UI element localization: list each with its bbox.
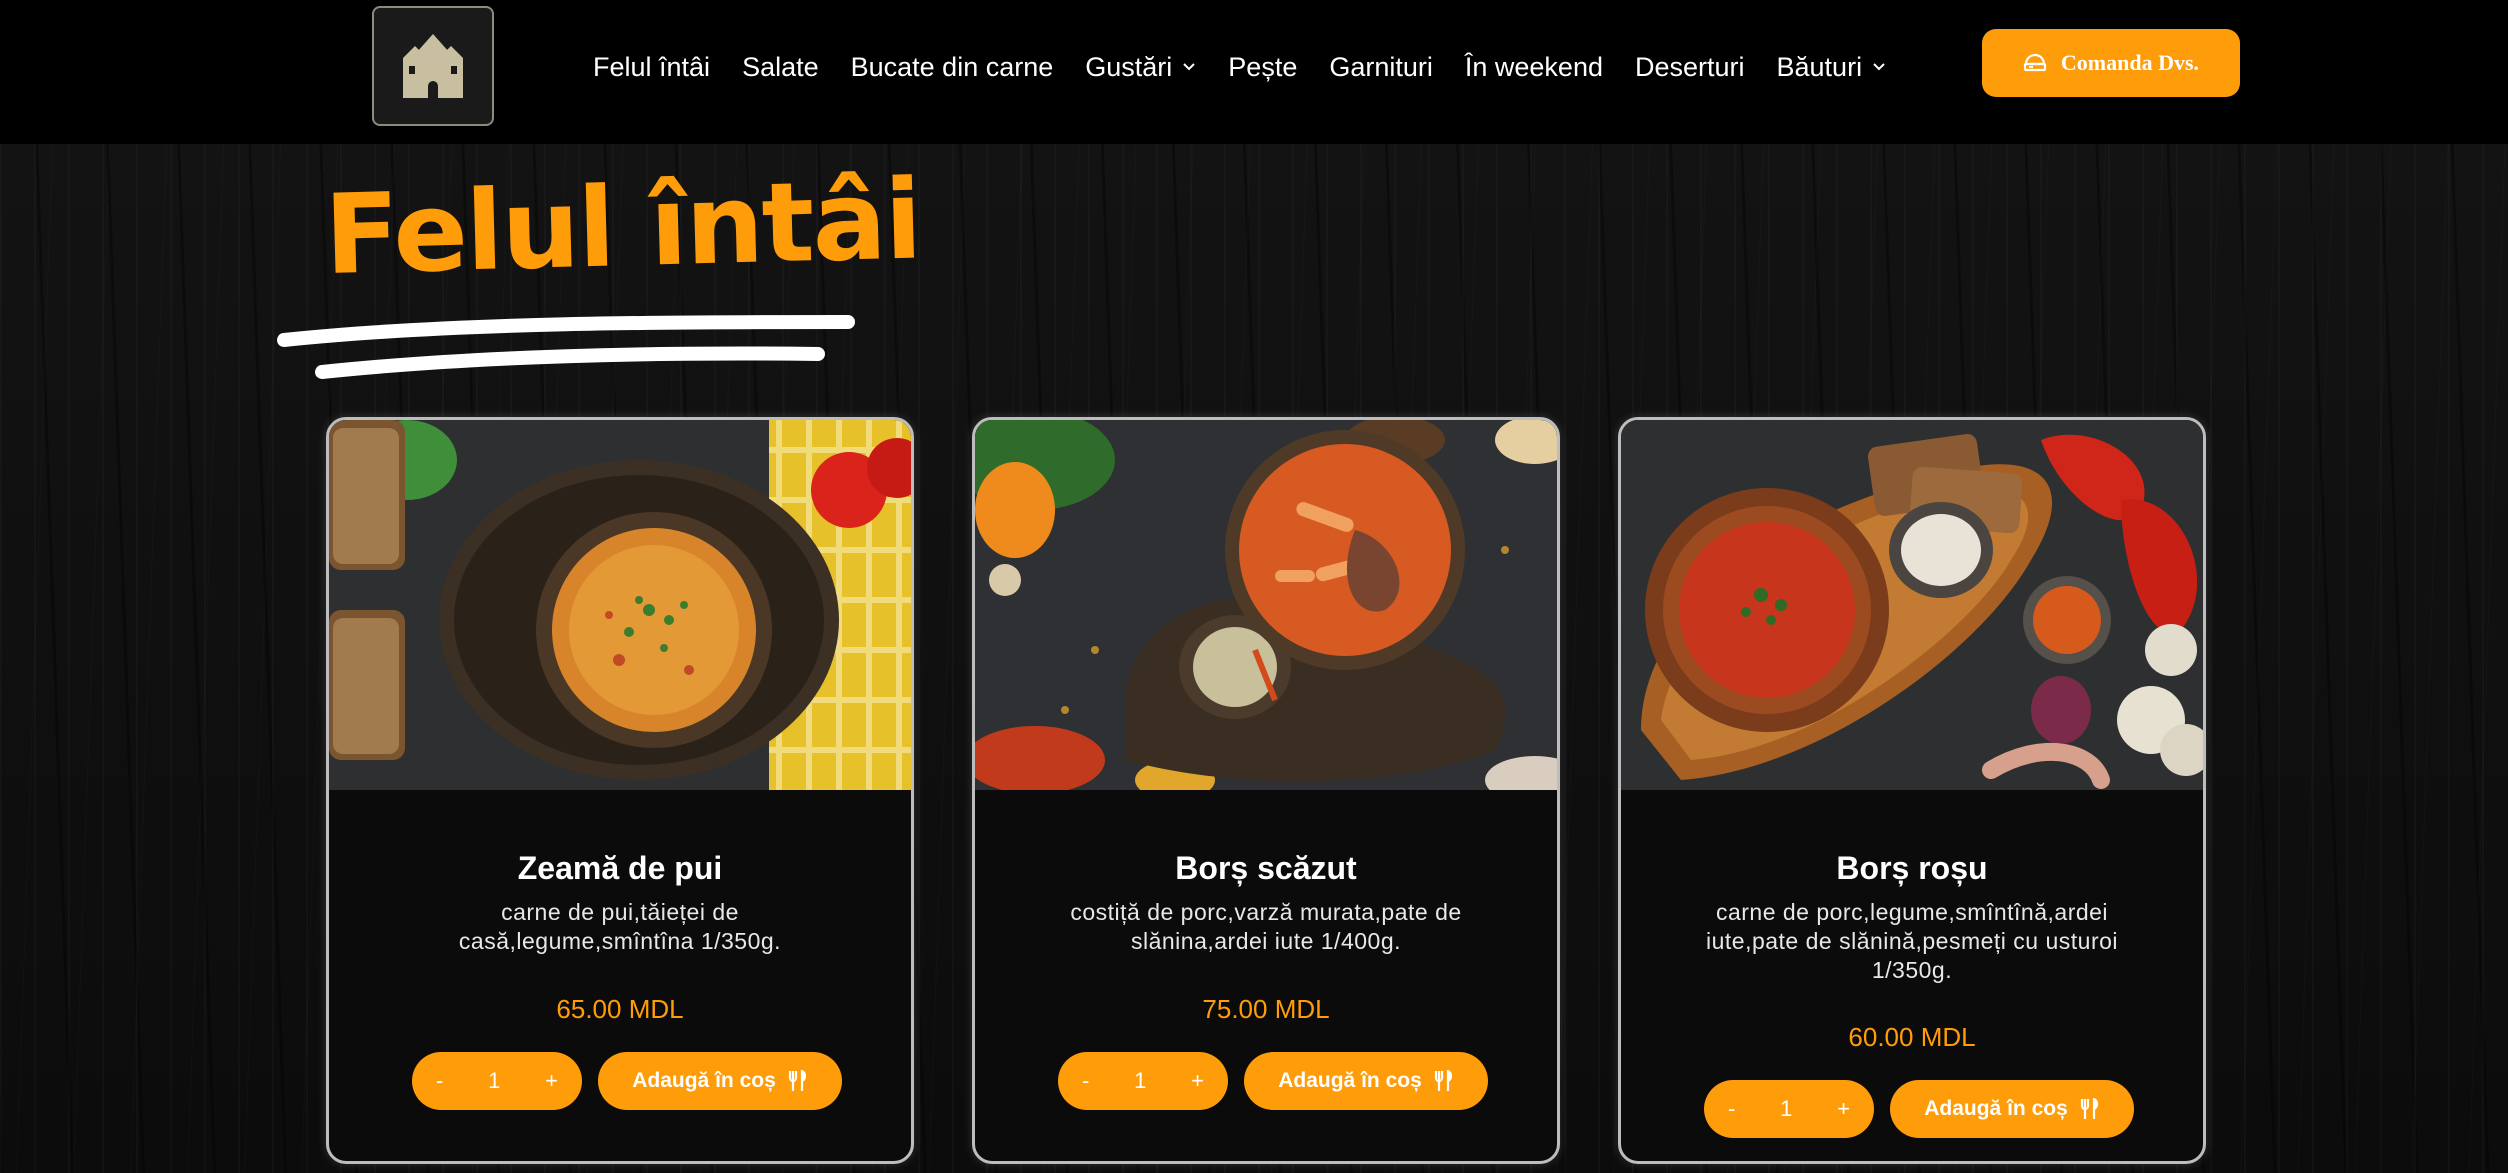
nav-label: În weekend xyxy=(1464,51,1603,82)
decrement-button[interactable]: - xyxy=(436,1068,443,1094)
increment-button[interactable]: + xyxy=(1837,1096,1850,1122)
quantity-value[interactable]: 1 xyxy=(1780,1096,1792,1122)
nav-item-bauturi[interactable]: Băuturi xyxy=(1761,0,1903,134)
add-to-cart-label: Adaugă în coș xyxy=(1278,1069,1422,1092)
nav-item-in-weekend[interactable]: În weekend xyxy=(1449,0,1619,134)
nav-label: Gustări xyxy=(1085,51,1173,82)
order-button[interactable]: Comanda Dvs. xyxy=(1982,29,2240,97)
product-description: costiță de porc,varză murata,pate de slă… xyxy=(1070,899,1462,954)
red-borsch-photo xyxy=(1621,420,2203,790)
quantity-stepper: - 1 + xyxy=(1058,1052,1228,1110)
product-card: Zeamă de pui carne de pui,tăieței de cas… xyxy=(326,417,914,1164)
product-price: 65.00 MDL xyxy=(556,994,684,1024)
nav-label: Salate xyxy=(742,51,819,82)
quantity-value[interactable]: 1 xyxy=(1134,1068,1146,1094)
main-nav: Felul întâi Salate Bucate din carne Gust… xyxy=(593,0,1902,134)
add-to-cart-label: Adaugă în coș xyxy=(1924,1097,2068,1120)
page: Felul întâi Salate Bucate din carne Gust… xyxy=(0,0,2508,1173)
increment-button[interactable]: + xyxy=(545,1068,558,1094)
order-button-label: Comanda Dvs. xyxy=(2060,50,2200,75)
quantity-stepper: - 1 + xyxy=(1704,1080,1874,1138)
product-name: Borș scăzut xyxy=(1175,850,1357,886)
nav-label: Băuturi xyxy=(1776,51,1863,82)
decrement-button[interactable]: - xyxy=(1728,1096,1735,1122)
cutlery-icon xyxy=(788,1070,806,1091)
title-underline xyxy=(277,315,855,379)
nav-label: Garnituri xyxy=(1329,51,1433,82)
nav-item-felul-intai[interactable]: Felul întâi xyxy=(593,0,726,134)
nav-item-gustari[interactable]: Gustări xyxy=(1069,0,1212,134)
nav-label: Bucate din carne xyxy=(850,51,1054,82)
product-price: 60.00 MDL xyxy=(1848,1022,1976,1052)
product-name: Borș roșu xyxy=(1836,850,1988,886)
product-description: carne de porc,legume,smîntînă,ardei iute… xyxy=(1705,899,2119,983)
chevron-down-icon xyxy=(1873,63,1885,71)
cutlery-icon xyxy=(2080,1098,2098,1119)
product-card: Borș scăzut costiță de porc,varză murata… xyxy=(972,417,1560,1164)
nav-item-peste[interactable]: Pește xyxy=(1212,0,1313,134)
cutlery-icon xyxy=(1434,1070,1452,1091)
nav-item-bucate-din-carne[interactable]: Bucate din carne xyxy=(835,0,1070,134)
increment-button[interactable]: + xyxy=(1191,1068,1204,1094)
add-to-cart-label: Adaugă în coș xyxy=(632,1069,776,1092)
decrement-button[interactable]: - xyxy=(1082,1068,1089,1094)
nav-label: Deserturi xyxy=(1634,51,1745,82)
add-to-cart-button[interactable]: Adaugă în coș xyxy=(1890,1080,2134,1138)
product-price: 75.00 MDL xyxy=(1202,994,1330,1024)
nav-item-garnituri[interactable]: Garnituri xyxy=(1313,0,1449,134)
product-name: Zeamă de pui xyxy=(517,850,723,886)
castle-logo-icon xyxy=(403,34,463,98)
site-header: Felul întâi Salate Bucate din carne Gust… xyxy=(0,0,2508,144)
cart-icon xyxy=(2023,53,2047,72)
chicken-soup-photo xyxy=(329,420,911,790)
nav-label: Felul întâi xyxy=(593,51,711,82)
product-card: Borș roșu carne de porc,legume,smîntînă,… xyxy=(1618,417,2206,1164)
add-to-cart-button[interactable]: Adaugă în coș xyxy=(1244,1052,1488,1110)
quantity-stepper: - 1 + xyxy=(412,1052,582,1110)
add-to-cart-button[interactable]: Adaugă în coș xyxy=(598,1052,842,1110)
nav-item-deserturi[interactable]: Deserturi xyxy=(1619,0,1761,134)
product-description: carne de pui,tăieței de casă,legume,smîn… xyxy=(458,899,782,954)
page-title: Felul întâi xyxy=(322,155,922,299)
quantity-value[interactable]: 1 xyxy=(488,1068,500,1094)
nav-label: Pește xyxy=(1228,51,1298,82)
logo[interactable] xyxy=(372,6,494,126)
nav-item-salate[interactable]: Salate xyxy=(726,0,835,134)
sauerkraut-borsch-photo xyxy=(975,420,1557,790)
chevron-down-icon xyxy=(1183,63,1196,71)
